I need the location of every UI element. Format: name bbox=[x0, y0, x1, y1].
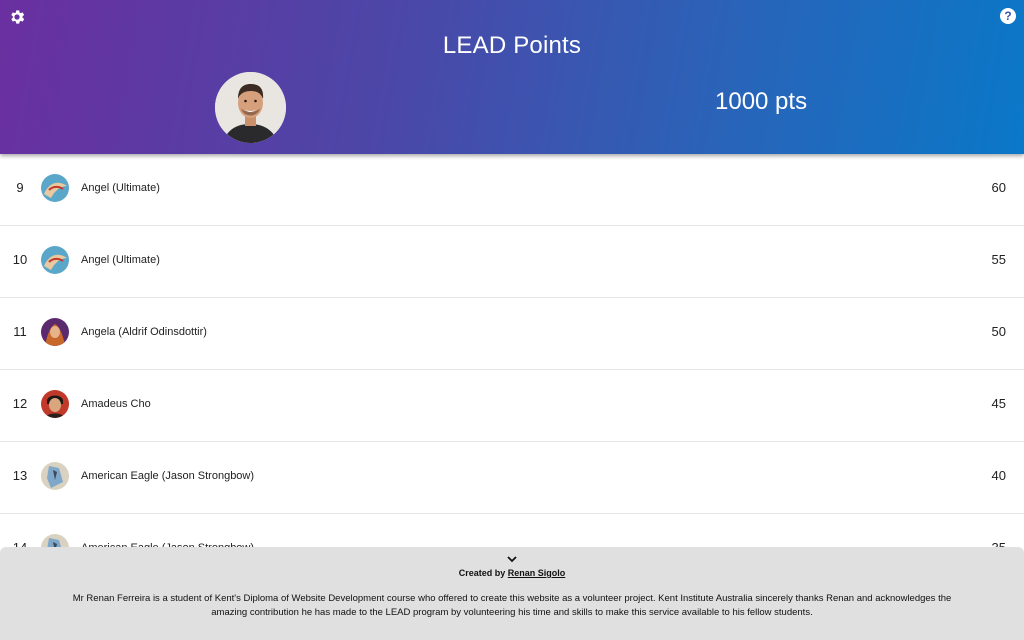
avatar bbox=[41, 174, 69, 202]
rank-number: 11 bbox=[13, 324, 27, 339]
player-name: Amadeus Cho bbox=[81, 398, 151, 410]
player-name: American Eagle (Jason Strongbow) bbox=[81, 470, 255, 482]
player-name: Angel (Ultimate) bbox=[81, 182, 160, 194]
credits-description: Mr Renan Ferreira is a student of Kent's… bbox=[72, 593, 952, 618]
credits-panel: Created by Renan Sigolo Mr Renan Ferreir… bbox=[0, 547, 1024, 640]
player-score: 50 bbox=[991, 324, 1006, 339]
rank-number: 12 bbox=[12, 396, 28, 411]
player-score: 60 bbox=[991, 180, 1006, 195]
player-name: Angel (Ultimate) bbox=[81, 254, 160, 266]
avatar bbox=[41, 390, 69, 418]
list-item[interactable]: 11 Angela (Aldrif Odinsdottir) 50 bbox=[0, 298, 1024, 370]
list-item[interactable]: 9 Angel (Ultimate) 60 bbox=[0, 154, 1024, 226]
avatar bbox=[41, 462, 69, 490]
player-score: 45 bbox=[991, 396, 1006, 411]
chevron-down-icon[interactable] bbox=[506, 551, 518, 563]
created-by: Created by Renan Sigolo bbox=[0, 568, 1024, 578]
profile-avatar[interactable] bbox=[215, 72, 286, 143]
created-by-label: Created by bbox=[458, 568, 508, 578]
rank-number: 9 bbox=[16, 180, 24, 195]
leaderboard-list: 9 Angel (Ultimate) 60 10 Angel (Ultimate… bbox=[0, 154, 1024, 586]
help-icon[interactable]: ? bbox=[1000, 8, 1016, 24]
player-score: 40 bbox=[991, 468, 1006, 483]
avatar bbox=[41, 318, 69, 346]
gear-icon[interactable] bbox=[8, 8, 26, 26]
player-score: 55 bbox=[991, 252, 1006, 267]
player-name: Angela (Aldrif Odinsdottir) bbox=[81, 326, 207, 338]
list-item[interactable]: 13 American Eagle (Jason Strongbow) 40 bbox=[0, 442, 1024, 514]
points-total: 1000 pts bbox=[715, 88, 808, 115]
avatar bbox=[41, 246, 69, 274]
page-title: LEAD Points bbox=[442, 32, 582, 59]
app-header: ? LEAD Points 1000 pts bbox=[0, 0, 1024, 154]
rank-number: 13 bbox=[12, 468, 28, 483]
rank-number: 10 bbox=[12, 252, 28, 267]
list-item[interactable]: 10 Angel (Ultimate) 55 bbox=[0, 226, 1024, 298]
author-link[interactable]: Renan Sigolo bbox=[508, 568, 566, 578]
list-item[interactable]: 12 Amadeus Cho 45 bbox=[0, 370, 1024, 442]
